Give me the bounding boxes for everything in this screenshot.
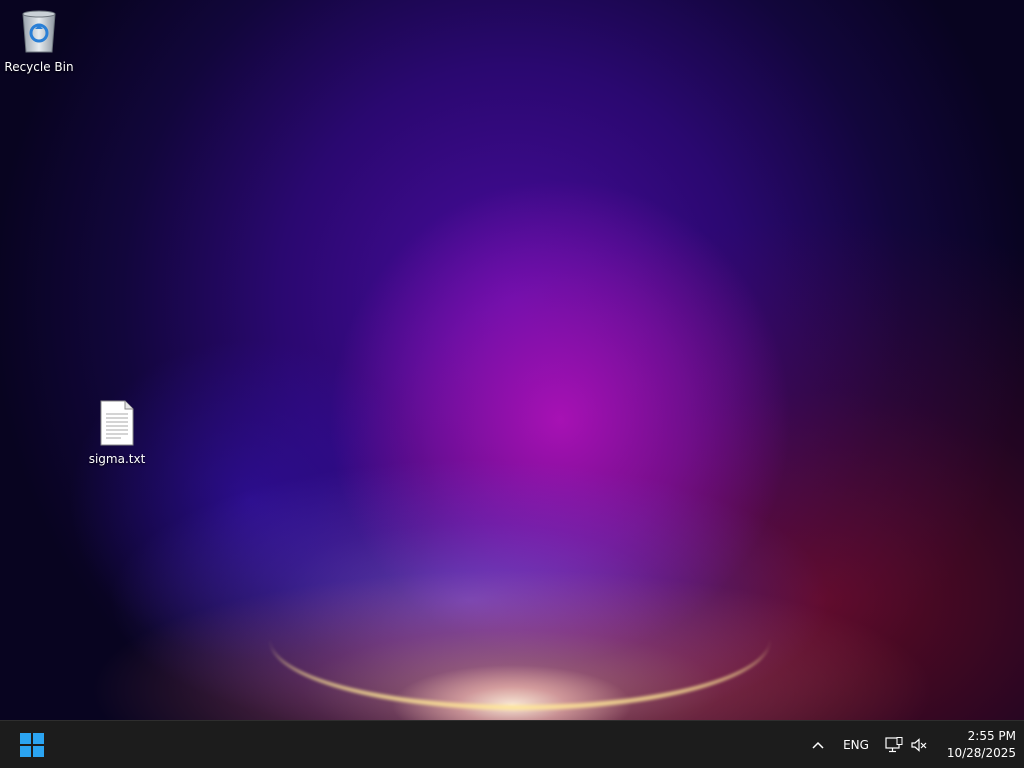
text-file-icon [79, 400, 155, 449]
clock-date: 10/28/2025 [946, 746, 1016, 760]
chevron-up-icon [812, 741, 824, 749]
desktop-wallpaper[interactable]: Recycle Bin sigma.txt [0, 0, 1024, 720]
clock-button[interactable]: 2:55 PM 10/28/2025 [936, 721, 1020, 769]
wallpaper-orb-glow [270, 640, 770, 710]
input-language-button[interactable]: ENG [838, 721, 874, 769]
start-button[interactable] [12, 727, 52, 763]
network-button[interactable] [882, 721, 906, 769]
network-icon [885, 737, 903, 753]
clock-time: 2:55 PM [967, 729, 1016, 743]
desktop-icon-sigma-txt[interactable]: sigma.txt [79, 400, 155, 466]
language-label: ENG [843, 738, 869, 752]
volume-muted-icon [911, 738, 927, 752]
volume-button[interactable] [908, 721, 930, 769]
recycle-bin-icon [1, 8, 77, 57]
desktop-icon-label: sigma.txt [88, 452, 146, 466]
show-hidden-icons-button[interactable] [805, 721, 831, 769]
desktop-icon-label: Recycle Bin [4, 60, 74, 74]
windows-logo-icon [20, 733, 44, 757]
desktop-icon-recycle-bin[interactable]: Recycle Bin [1, 8, 77, 74]
wallpaper-orb-rim [112, 0, 912, 700]
taskbar: ENG 2:55 PM 10/28/2025 [0, 720, 1024, 768]
